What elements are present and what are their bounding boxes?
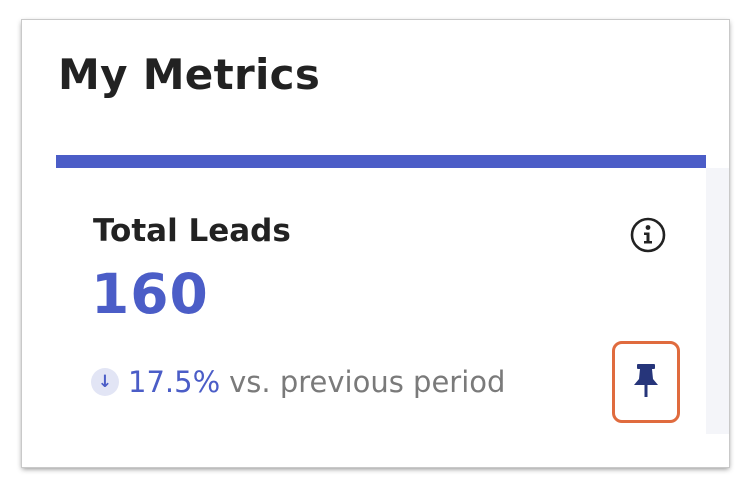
metrics-panel: My Metrics Total Leads 160 ↓ 17.5% vs. p… bbox=[22, 20, 729, 467]
trend-indicator: ↓ 17.5% vs. previous period bbox=[91, 365, 505, 399]
info-icon[interactable] bbox=[629, 216, 667, 254]
card-side-strip bbox=[706, 168, 729, 434]
arrow-down-icon: ↓ bbox=[91, 368, 119, 396]
page-title: My Metrics bbox=[58, 50, 321, 99]
pin-button[interactable] bbox=[612, 341, 680, 423]
pin-icon bbox=[634, 364, 658, 397]
metric-card-title: Total Leads bbox=[93, 213, 291, 249]
metric-value: 160 bbox=[91, 262, 209, 326]
trend-percent: 17.5% bbox=[128, 365, 221, 399]
metric-card-total-leads: Total Leads 160 ↓ 17.5% vs. previous per… bbox=[56, 155, 706, 447]
trend-comparison-label: vs. previous period bbox=[229, 365, 506, 399]
